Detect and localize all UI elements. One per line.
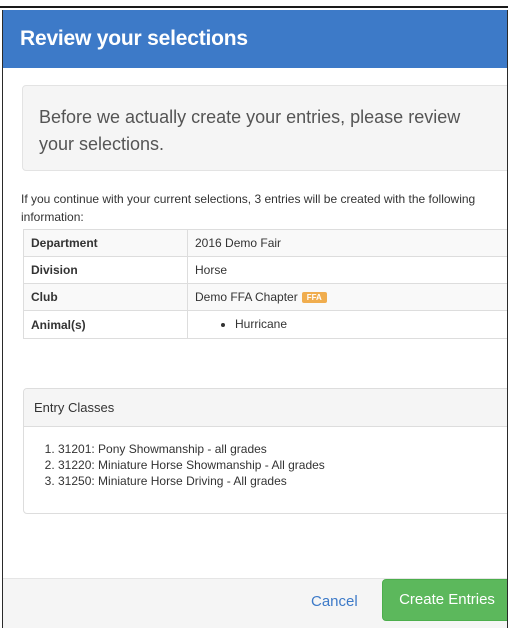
list-item: 31250: Miniature Horse Driving - All gra… xyxy=(58,473,507,489)
review-modal: Review your selections Before we actuall… xyxy=(2,10,508,628)
department-value: 2016 Demo Fair xyxy=(187,229,507,257)
entry-classes-heading: Entry Classes xyxy=(24,389,507,427)
review-notice: Before we actually create your entries, … xyxy=(22,85,507,171)
table-row: Division Horse xyxy=(23,256,507,284)
list-item: Hurricane xyxy=(235,311,507,338)
list-item: 31220: Miniature Horse Showmanship - All… xyxy=(58,457,507,473)
department-label: Department xyxy=(23,229,188,257)
division-value: Horse xyxy=(187,256,507,284)
table-row: Animal(s) Hurricane xyxy=(23,310,507,339)
table-row: Club Demo FFA Chapter FFA xyxy=(23,283,507,311)
modal-header: Review your selections xyxy=(3,10,507,68)
club-cell: Demo FFA Chapter FFA xyxy=(187,283,507,311)
background-divider xyxy=(0,6,508,8)
table-row: Department 2016 Demo Fair xyxy=(23,229,507,257)
entry-classes-panel: Entry Classes 31201: Pony Showmanship - … xyxy=(23,388,507,514)
create-entries-button[interactable]: Create Entries xyxy=(382,579,507,621)
review-notice-text: Before we actually create your entries, … xyxy=(39,107,461,154)
background-strip xyxy=(0,0,508,10)
entry-classes-list: 31201: Pony Showmanship - all grades 312… xyxy=(24,441,507,489)
ffa-badge: FFA xyxy=(301,292,327,303)
division-label: Division xyxy=(23,256,188,284)
animals-list: Hurricane xyxy=(195,311,507,338)
animals-cell: Hurricane xyxy=(187,310,507,339)
club-value: Demo FFA Chapter xyxy=(195,290,298,304)
selection-details-table: Department 2016 Demo Fair Division Horse… xyxy=(23,229,507,339)
club-label: Club xyxy=(23,283,188,311)
cancel-button[interactable]: Cancel xyxy=(311,593,358,610)
animals-label: Animal(s) xyxy=(23,310,188,339)
list-item: 31201: Pony Showmanship - all grades xyxy=(58,441,507,457)
entries-info-text: If you continue with your current select… xyxy=(21,192,476,224)
modal-title: Review your selections xyxy=(20,27,248,50)
